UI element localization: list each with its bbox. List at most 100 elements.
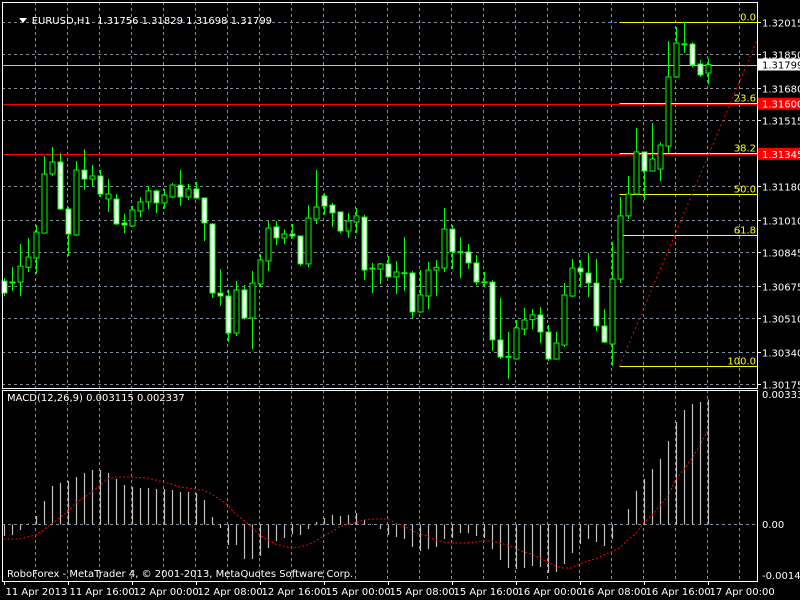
candle-body-bullish: [513, 327, 520, 360]
candle: [81, 148, 88, 190]
chart-title: EURUSD,H1 1.31756 1.31829 1.31698 1.3179…: [6, 4, 272, 40]
time-axis-label: 15 Apr 00:00: [326, 587, 391, 598]
candle: [601, 309, 608, 343]
candle-body-bearish: [545, 331, 552, 360]
time-axis-label: 12 Apr 00:00: [134, 587, 199, 598]
candle-body-bearish: [289, 233, 296, 237]
candle: [193, 182, 200, 200]
candle-body-bearish: [217, 292, 224, 297]
time-axis-label: 12 Apr 16:00: [262, 587, 327, 598]
candle-body-bearish: [577, 267, 584, 273]
candle: [33, 224, 40, 274]
candle-body-bullish: [521, 319, 528, 330]
candle-body-bearish: [57, 161, 64, 210]
candle: [105, 179, 112, 212]
candle: [441, 208, 448, 272]
macd-axis-label: -0.001428: [762, 571, 800, 582]
candle-body-bullish: [257, 259, 264, 285]
candle-body-bearish: [385, 263, 392, 278]
chart-canvas[interactable]: 1.320151.318501.316801.315151.311801.310…: [0, 0, 800, 600]
candle: [233, 281, 240, 336]
candle: [265, 221, 272, 272]
candle-body-bullish: [393, 271, 400, 278]
candle-body-bearish: [537, 314, 544, 333]
candle-body-bullish: [617, 215, 624, 280]
candle: [609, 242, 616, 366]
candle-body-bullish: [609, 278, 616, 345]
time-axis-label: 11 Apr 2013: [6, 587, 68, 598]
candle: [489, 280, 496, 351]
candle-body-bullish: [649, 158, 656, 172]
macd-indicator-label: MACD(12,26,9) 0.003115 0.002337: [7, 393, 185, 405]
candle: [257, 254, 264, 287]
candle-body-bearish: [337, 211, 344, 232]
candle-body-bearish: [113, 198, 120, 225]
candle-body-bearish: [81, 169, 88, 180]
candle: [585, 252, 592, 297]
candle: [689, 42, 696, 68]
candle: [553, 332, 560, 360]
candle-body-bullish: [33, 231, 40, 259]
candle: [145, 185, 152, 210]
candle-body-bearish: [201, 197, 208, 224]
candle: [217, 269, 224, 307]
price-axis-label: 1.30845: [762, 249, 800, 260]
candle-body-bearish: [697, 63, 704, 76]
candle: [481, 272, 488, 287]
candle-body-bearish: [297, 235, 304, 265]
candle: [129, 206, 136, 227]
candle: [249, 271, 256, 349]
fibonacci-level-label: 100.0: [727, 357, 756, 368]
candle: [57, 152, 64, 210]
candle-body-bullish: [233, 289, 240, 334]
candle-body-bullish: [625, 193, 632, 217]
candle-body-bearish: [153, 190, 160, 204]
candle: [121, 213, 128, 234]
candle: [425, 261, 432, 310]
candle-body-bullish: [705, 64, 712, 74]
time-axis-label: 17 Apr 00:00: [710, 587, 775, 598]
candle-body-bearish: [449, 228, 456, 253]
candle-body-bearish: [585, 272, 592, 284]
time-axis-label: 16 Apr 00:00: [518, 587, 583, 598]
candle: [369, 262, 376, 294]
dropdown-triangle-icon[interactable]: [18, 18, 27, 23]
candle-body-bearish: [241, 289, 248, 319]
price-axis-label: 1.32015: [762, 19, 800, 30]
candle: [577, 259, 584, 287]
candle: [617, 197, 624, 284]
time-axis-label: 16 Apr 16:00: [646, 587, 711, 598]
candle: [209, 223, 216, 298]
candle: [449, 224, 456, 270]
candle: [177, 170, 184, 207]
candle: [513, 320, 520, 360]
candle: [345, 212, 352, 238]
candle: [521, 308, 528, 335]
candle: [505, 332, 512, 379]
candle: [681, 22, 688, 53]
candle: [361, 214, 368, 281]
candle: [281, 229, 288, 244]
candle: [705, 58, 712, 85]
candle-body-bullish: [417, 294, 424, 313]
candle-body-bearish: [497, 339, 504, 358]
macd-values: 0.003115 0.002337: [86, 393, 185, 404]
candle: [241, 284, 248, 320]
candle: [273, 221, 280, 246]
candle: [641, 151, 648, 200]
time-axis-label: 16 Apr 08:00: [582, 587, 647, 598]
candle-body-bearish: [641, 151, 648, 172]
macd-axis-label: 0.003331: [762, 390, 800, 401]
candle: [161, 188, 168, 210]
candle: [417, 270, 424, 313]
candle: [73, 160, 80, 236]
candle-body-bullish: [265, 227, 272, 262]
candle-body-bullish: [145, 190, 152, 203]
copyright-footer: RoboForex - MetaTrader 4, © 2001-2013, M…: [7, 569, 354, 580]
candle: [41, 156, 48, 234]
candle-body-bullish: [433, 266, 440, 271]
candle-body-bullish: [425, 269, 432, 297]
candle-body-bearish: [593, 282, 600, 327]
candle: [377, 262, 384, 285]
candle: [225, 289, 232, 343]
